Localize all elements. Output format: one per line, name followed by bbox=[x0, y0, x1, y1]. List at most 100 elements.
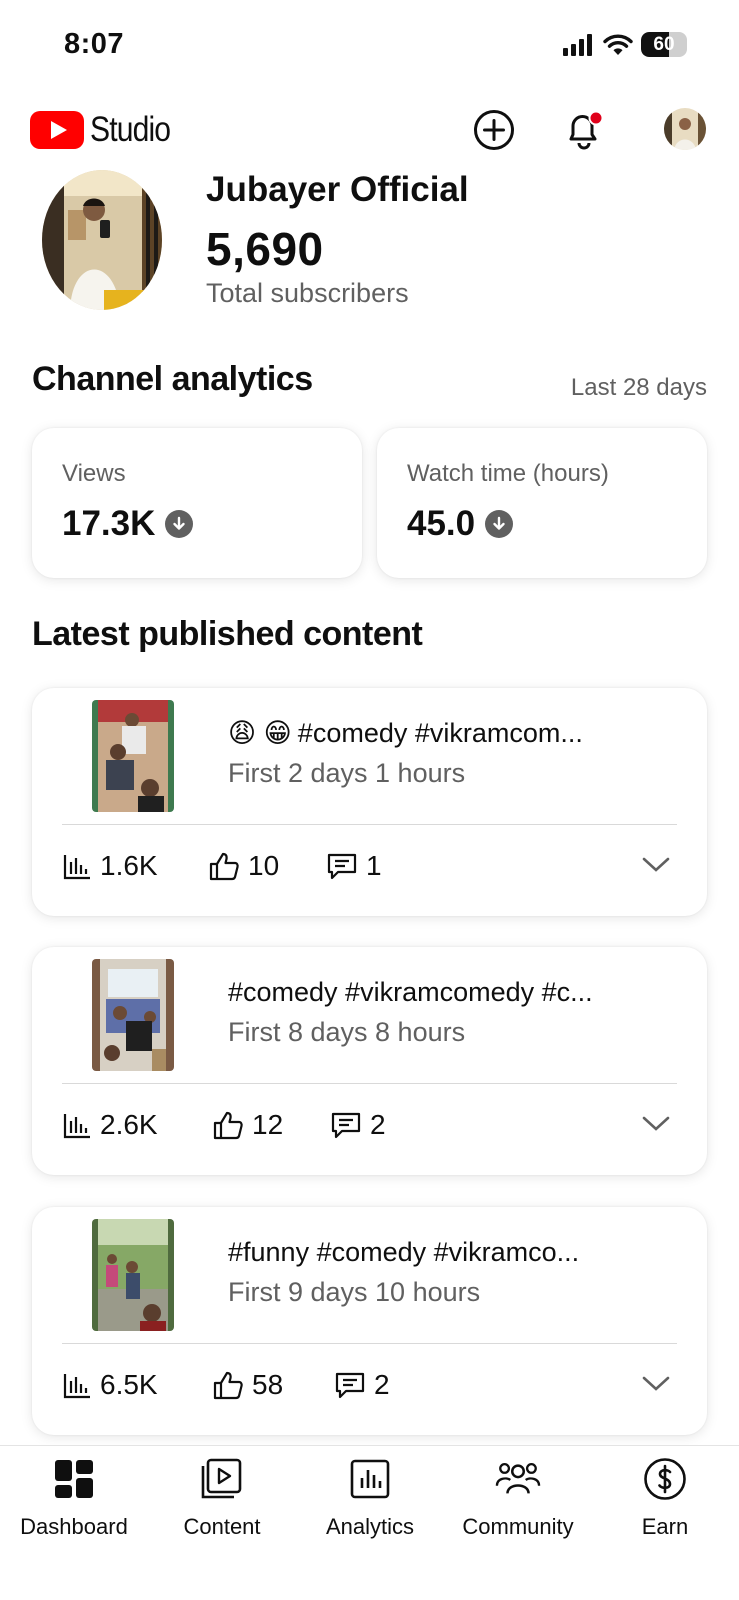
nav-analytics[interactable]: Analytics bbox=[296, 1456, 444, 1540]
expand-button[interactable] bbox=[641, 1113, 671, 1138]
status-icons: 60 bbox=[563, 32, 687, 57]
create-icon bbox=[474, 110, 514, 150]
video-thumbnail[interactable] bbox=[92, 959, 174, 1071]
views-label: Views bbox=[62, 460, 126, 487]
thumbs-up-icon bbox=[213, 1371, 243, 1400]
thumbs-up-icon bbox=[213, 1111, 243, 1140]
video-age: First 8 days 8 hours bbox=[228, 1017, 466, 1047]
video-card[interactable]: #funny #comedy #vikramco... First 9 days… bbox=[32, 1207, 707, 1435]
views-count: 2.6K bbox=[100, 1109, 158, 1140]
divider bbox=[62, 1343, 677, 1344]
watch-time-label: Watch time (hours) bbox=[407, 460, 609, 487]
comment-icon bbox=[331, 1112, 361, 1139]
comments-count: 2 bbox=[374, 1369, 390, 1400]
bar-chart-icon bbox=[63, 855, 90, 880]
notification-bell-icon bbox=[569, 110, 604, 150]
nav-dashboard[interactable]: Dashboard bbox=[0, 1456, 148, 1540]
video-thumbnail[interactable] bbox=[92, 700, 174, 812]
bar-chart-icon bbox=[63, 1374, 90, 1399]
views-metric: 6.5K bbox=[62, 1369, 158, 1401]
video-age: First 9 days 10 hours bbox=[228, 1277, 481, 1307]
chevron-down-icon bbox=[642, 857, 670, 872]
likes-count: 10 bbox=[248, 850, 280, 881]
nav-label: Dashboard bbox=[20, 1514, 128, 1539]
account-avatar[interactable] bbox=[664, 108, 706, 150]
studio-logo[interactable]: Studio bbox=[30, 110, 183, 150]
subscriber-label: Total subscribers bbox=[206, 278, 409, 308]
comment-icon bbox=[327, 853, 357, 880]
trend-down-icon bbox=[165, 510, 194, 538]
video-card[interactable]: 😩 😁 #comedy #vikramcom... First 2 days 1… bbox=[32, 688, 707, 916]
views-value-row: 17.3K bbox=[62, 504, 194, 544]
views-card[interactable]: Views 17.3K bbox=[32, 428, 362, 578]
video-title-row: #funny #comedy #vikramco... bbox=[228, 1237, 678, 1268]
expand-button[interactable] bbox=[641, 854, 671, 879]
trend-down-icon bbox=[485, 510, 514, 538]
watch-time-value: 45.0 bbox=[407, 504, 476, 543]
app-header: Studio bbox=[0, 100, 739, 164]
dashboard-icon bbox=[51, 1456, 97, 1502]
views-metric: 2.6K bbox=[62, 1109, 158, 1141]
latest-content-title: Latest published content bbox=[32, 615, 423, 653]
analytics-icon bbox=[347, 1456, 393, 1502]
analytics-title: Channel analytics bbox=[32, 360, 313, 398]
nav-label: Content bbox=[183, 1514, 261, 1539]
watch-time-card[interactable]: Watch time (hours) 45.0 bbox=[377, 428, 707, 578]
status-bar: 8:07 60 bbox=[0, 0, 739, 90]
video-card[interactable]: #comedy #vikramcomedy #c... First 8 days… bbox=[32, 947, 707, 1175]
community-icon bbox=[495, 1456, 541, 1502]
views-count: 1.6K bbox=[100, 850, 158, 881]
video-title: #comedy #vikramcom... bbox=[297, 718, 583, 748]
watch-time-value-row: 45.0 bbox=[407, 504, 514, 544]
logo-text: Studio bbox=[90, 110, 171, 149]
earn-icon bbox=[642, 1456, 688, 1502]
content-icon bbox=[199, 1456, 245, 1502]
thumbs-up-icon bbox=[209, 852, 239, 881]
comment-icon bbox=[335, 1372, 365, 1399]
video-title-emoji: 😩 😁 bbox=[228, 718, 292, 748]
analytics-period[interactable]: Last 28 days bbox=[571, 374, 707, 402]
nav-community[interactable]: Community bbox=[444, 1456, 592, 1540]
nav-content[interactable]: Content bbox=[148, 1456, 296, 1540]
views-count: 6.5K bbox=[100, 1369, 158, 1400]
channel-name: Jubayer Official bbox=[206, 170, 469, 209]
likes-metric: 58 bbox=[212, 1369, 283, 1401]
video-title: #comedy #vikramcomedy #c... bbox=[228, 977, 593, 1007]
comments-metric: 1 bbox=[326, 850, 382, 882]
video-thumbnail[interactable] bbox=[92, 1219, 174, 1331]
battery-level: 60 bbox=[653, 34, 675, 55]
bar-chart-icon bbox=[63, 1114, 90, 1139]
channel-avatar[interactable] bbox=[42, 170, 162, 310]
divider bbox=[62, 824, 677, 825]
status-time: 8:07 bbox=[64, 28, 125, 60]
divider bbox=[62, 1083, 677, 1084]
chevron-down-icon bbox=[642, 1116, 670, 1131]
likes-count: 58 bbox=[252, 1369, 284, 1400]
signal-icon bbox=[563, 33, 592, 56]
chevron-down-icon bbox=[642, 1376, 670, 1391]
nav-label: Earn bbox=[641, 1514, 689, 1539]
nav-earn[interactable]: Earn bbox=[591, 1456, 739, 1540]
comments-metric: 2 bbox=[334, 1369, 390, 1401]
youtube-logo-icon bbox=[30, 111, 84, 149]
expand-button[interactable] bbox=[641, 1373, 671, 1398]
video-title-row: 😩 😁 #comedy #vikramcom... bbox=[228, 718, 678, 749]
views-value: 17.3K bbox=[62, 504, 156, 543]
nav-label: Community bbox=[462, 1514, 574, 1539]
video-age: First 2 days 1 hours bbox=[228, 758, 466, 788]
likes-count: 12 bbox=[252, 1109, 284, 1140]
wifi-icon bbox=[603, 34, 633, 55]
create-button[interactable] bbox=[468, 104, 520, 156]
comments-metric: 2 bbox=[330, 1109, 386, 1141]
video-title-row: #comedy #vikramcomedy #c... bbox=[228, 977, 678, 1008]
notifications-button[interactable] bbox=[558, 104, 610, 156]
battery-icon: 60 bbox=[641, 32, 687, 57]
comments-count: 2 bbox=[370, 1109, 386, 1140]
subscriber-count: 5,690 bbox=[206, 223, 324, 275]
likes-metric: 10 bbox=[208, 850, 279, 882]
comments-count: 1 bbox=[366, 850, 382, 881]
video-title: #funny #comedy #vikramco... bbox=[228, 1237, 580, 1267]
bottom-navigation: Dashboard Content Analytics Community Ea… bbox=[0, 1445, 739, 1600]
views-metric: 1.6K bbox=[62, 850, 158, 882]
nav-label: Analytics bbox=[325, 1514, 415, 1539]
